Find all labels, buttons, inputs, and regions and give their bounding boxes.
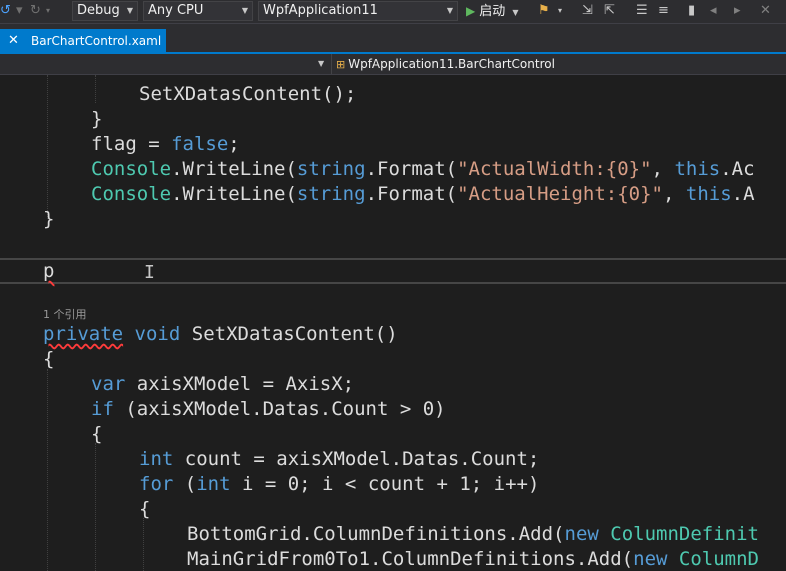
tab-barchartcontrol-xaml[interactable]: ✕ BarChartControl.xaml	[0, 29, 166, 53]
code-line: var axisXModel = AxisX;	[91, 373, 355, 395]
indent-guide	[95, 443, 96, 571]
document-tab-bar: ✕ BarChartControl.xaml	[0, 24, 786, 54]
code-line: MainGridFrom0To1.ColumnDefinitions.Add(n…	[187, 548, 759, 570]
main-toolbar: ↺ ▾ ↻ ▾ Debug ▼ Any CPU ▼ WpfApplication…	[0, 0, 786, 24]
code-line: flag = false;	[91, 133, 240, 155]
comment-lines-icon[interactable]: ≡	[658, 3, 669, 19]
format-document-icon[interactable]: ☰	[636, 3, 648, 19]
chevron-down-icon: ▼	[512, 8, 519, 17]
chevron-down-icon: ▼	[126, 6, 133, 15]
next-bookmark-icon[interactable]: ▸	[734, 3, 741, 19]
code-line: }	[43, 208, 55, 230]
indent-guide	[95, 75, 96, 103]
platform-dropdown[interactable]: Any CPU ▼	[143, 1, 253, 21]
class-navigation-dropdown[interactable]: ⊞ WpfApplication11.BarChartControl	[336, 54, 555, 75]
navigation-bar: ▼ ⊞ WpfApplication11.BarChartControl	[0, 54, 786, 75]
undo-icon[interactable]: ↺	[0, 3, 11, 19]
browser-link-icon[interactable]: ⚑	[538, 3, 550, 19]
close-icon[interactable]: ✕	[8, 29, 19, 53]
bookmark-icon[interactable]: ▮	[688, 3, 695, 19]
undo-dropdown-icon[interactable]: ▾	[16, 3, 23, 19]
indent-guide	[143, 518, 144, 571]
platform-value: Any CPU	[148, 3, 204, 18]
code-line: {	[139, 498, 151, 520]
tab-label: BarChartControl.xaml	[31, 34, 162, 48]
redo-dropdown-icon[interactable]: ▾	[46, 3, 50, 19]
indent-guide	[47, 369, 48, 571]
step-into-icon[interactable]: ⇲	[582, 3, 593, 19]
clear-bookmarks-icon[interactable]: ✕	[760, 3, 771, 19]
indent-guide	[47, 75, 48, 219]
startup-project-value: WpfApplication11	[263, 3, 378, 18]
class-icon: ⊞	[336, 58, 346, 71]
chevron-down-icon: ▼	[241, 6, 248, 15]
current-code-line[interactable]: p	[43, 259, 54, 284]
text-cursor-icon: I	[144, 262, 155, 283]
nav-divider	[331, 54, 332, 74]
chevron-down-icon[interactable]: ▼	[318, 54, 324, 74]
code-line: {	[43, 348, 55, 370]
code-line: if (axisXModel.Datas.Count > 0)	[91, 398, 446, 420]
browser-link-dropdown-icon[interactable]: ▾	[558, 3, 562, 19]
startup-project-dropdown[interactable]: WpfApplication11 ▼	[258, 1, 458, 21]
play-icon: ▶	[466, 4, 476, 18]
chevron-down-icon: ▼	[446, 6, 453, 15]
code-editor[interactable]: SetXDatasContent(); } flag = false; Cons…	[0, 75, 786, 571]
step-over-icon[interactable]: ⇱	[604, 3, 615, 19]
code-line: Console.WriteLine(string.Format("ActualH…	[91, 183, 755, 205]
code-line: Console.WriteLine(string.Format("ActualW…	[91, 158, 755, 180]
code-line: SetXDatasContent();	[139, 83, 357, 105]
start-label: 启动	[479, 4, 506, 19]
code-line: private void SetXDatasContent()	[43, 323, 398, 345]
codelens-references-link[interactable]: 1 个引用	[43, 306, 87, 322]
code-line: }	[91, 108, 103, 130]
previous-bookmark-icon[interactable]: ◂	[710, 3, 717, 19]
config-value: Debug	[77, 3, 120, 18]
code-line: for (int i = 0; i < count + 1; i++)	[139, 473, 540, 495]
redo-icon[interactable]: ↻	[30, 3, 41, 19]
class-path: WpfApplication11.BarChartControl	[348, 57, 555, 71]
current-line-highlight	[0, 258, 786, 284]
config-dropdown[interactable]: Debug ▼	[72, 1, 138, 21]
code-line: int count = axisXModel.Datas.Count;	[139, 448, 540, 470]
start-debug-button[interactable]: ▶ 启动 ▼	[466, 2, 519, 20]
code-line: BottomGrid.ColumnDefinitions.Add(new Col…	[187, 523, 759, 545]
code-line: {	[91, 423, 103, 445]
